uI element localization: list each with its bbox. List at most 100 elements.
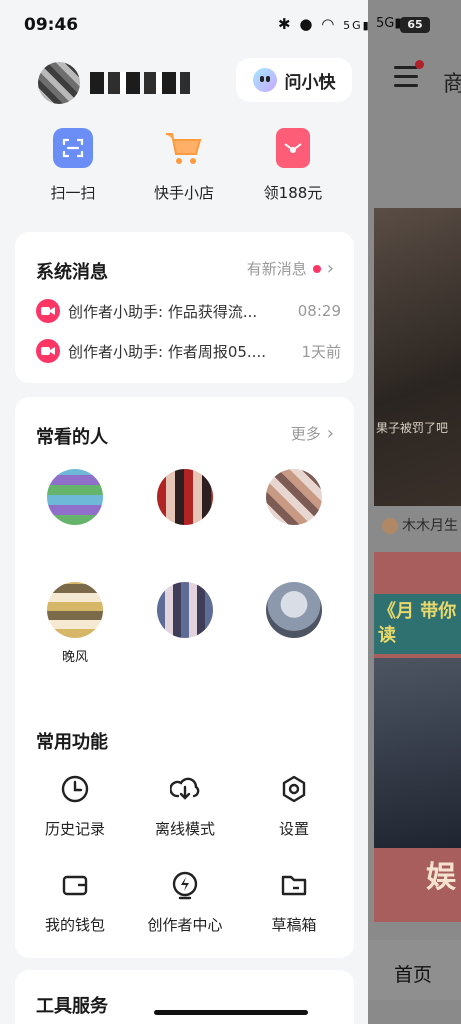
wallet-icon <box>60 870 90 900</box>
home-indicator[interactable] <box>154 1010 308 1015</box>
signal-icon: 5G▮ <box>343 19 371 32</box>
bg-banner-text: 《月 带你读 <box>374 594 461 654</box>
avatar[interactable] <box>38 62 80 104</box>
offline-mode-label: 离线模式 <box>154 820 215 838</box>
status-bar: 09:46 ✱ ● ◠ 5G▮ <box>0 0 371 50</box>
person-item[interactable] <box>135 469 235 567</box>
frequent-people-title: 常看的人 <box>36 427 108 448</box>
drafts-button[interactable]: 草稿箱 <box>244 870 344 935</box>
shop-label: 快手小店 <box>153 184 214 202</box>
location-icon: ● <box>299 15 315 33</box>
message-time: 1天前 <box>301 342 341 361</box>
person-name <box>244 646 344 666</box>
person-item[interactable] <box>25 469 125 567</box>
red-envelope-icon <box>276 128 310 168</box>
settings-hex-icon <box>279 774 309 804</box>
menu-icon[interactable] <box>394 60 424 88</box>
history-button[interactable]: 历史记录 <box>25 774 125 839</box>
person-item[interactable] <box>244 582 344 666</box>
person-sub <box>244 553 344 567</box>
message-item[interactable]: 创作者小助手: 作者周报05.... 1天前 <box>36 339 341 363</box>
person-name <box>244 533 344 553</box>
scan-button[interactable]: 扫一扫 <box>28 128 118 203</box>
clock-icon <box>60 774 90 804</box>
common-functions-title: 常用功能 <box>36 732 108 753</box>
bg-bottom-nav: 首页 <box>368 940 461 1000</box>
ask-assistant-button[interactable]: 问小快 <box>236 58 352 102</box>
person-name <box>135 533 235 553</box>
person-avatar <box>266 582 322 638</box>
common-functions-card: 常用功能 历史记录 离线模式 设置 我的钱包 创作者中心 草稿箱 <box>15 704 354 958</box>
new-messages-link[interactable]: 有新消息 › <box>247 258 334 279</box>
new-messages-label: 有新消息 <box>246 260 307 278</box>
message-text: 创作者小助手: 作者周报05.... <box>68 342 266 361</box>
bg-video-thumbnail <box>374 658 461 848</box>
person-name <box>25 533 125 553</box>
bg-video-caption: 果子被罚了吧 <box>376 421 449 435</box>
battery-icon: 65 <box>400 17 430 33</box>
system-messages-card: 系统消息 有新消息 › 创作者小助手: 作品获得流... 08:29 创作者小助… <box>15 232 354 383</box>
person-avatar <box>266 469 322 525</box>
status-bar-right: 5G▮ 65 <box>368 0 461 50</box>
tools-services-card: 工具服务 <box>15 970 354 1024</box>
wifi-icon: ◠ <box>321 15 337 33</box>
claim-reward-button[interactable]: 领188元 <box>248 128 338 203</box>
history-label: 历史记录 <box>44 820 105 838</box>
frequent-people-card: 常看的人 更多 › 晚风 <box>15 397 354 741</box>
message-text: 创作者小助手: 作品获得流... <box>68 302 258 321</box>
person-avatar <box>47 469 103 525</box>
unread-dot <box>312 264 321 273</box>
video-camera-icon <box>36 339 60 363</box>
scan-label: 扫一扫 <box>50 184 96 202</box>
video-camera-icon <box>36 299 60 323</box>
wallet-button[interactable]: 我的钱包 <box>25 870 125 935</box>
side-drawer: 问小快 扫一扫 快手小店 领188元 系统消息 有新消息 › 创作者小助手: 作… <box>0 50 368 1024</box>
scan-icon <box>53 128 93 168</box>
creator-center-button[interactable]: 创作者中心 <box>135 870 235 935</box>
cloud-download-icon <box>169 774 200 804</box>
bg-video-card-2[interactable]: 《月 带你读 娱 <box>374 552 461 922</box>
wallet-label: 我的钱包 <box>44 916 105 934</box>
chevron-right-icon: › <box>326 258 334 279</box>
cart-icon <box>164 128 204 168</box>
status-time: 09:46 <box>24 15 79 35</box>
assistant-face-icon <box>252 68 277 92</box>
folder-icon <box>279 870 309 900</box>
bg-tab-label[interactable]: 商 <box>443 66 461 98</box>
drafts-label: 草稿箱 <box>271 916 317 934</box>
person-avatar <box>47 582 103 638</box>
person-item[interactable] <box>244 469 344 567</box>
user-name-redacted[interactable] <box>90 72 190 94</box>
person-sub <box>135 553 235 567</box>
bg-home-tab[interactable]: 首页 <box>394 960 432 987</box>
person-name <box>135 646 235 666</box>
person-item[interactable] <box>135 582 235 666</box>
settings-label: 设置 <box>278 820 309 838</box>
creator-center-label: 创作者中心 <box>147 916 223 934</box>
person-avatar <box>157 582 213 638</box>
message-time: 08:29 <box>297 302 341 320</box>
system-messages-title: 系统消息 <box>36 262 108 283</box>
background-app[interactable]: 商 果子被罚了吧 木木月生 《月 带你读 娱 首页 <box>368 0 461 1024</box>
tools-services-title: 工具服务 <box>36 996 108 1017</box>
ask-assistant-label: 问小快 <box>284 72 336 93</box>
claim-reward-label: 领188元 <box>263 184 323 202</box>
person-item[interactable]: 晚风 <box>25 582 125 666</box>
bluetooth-icon: ✱ <box>278 15 293 33</box>
bg-big-text: 娱 <box>426 860 456 895</box>
person-name: 晚风 <box>61 650 88 665</box>
more-people-link[interactable]: 更多 › <box>291 423 334 444</box>
offline-mode-button[interactable]: 离线模式 <box>135 774 235 839</box>
bg-author: 木木月生 <box>382 515 458 535</box>
status-icons: ✱ ● ◠ 5G▮ <box>278 15 371 33</box>
message-item[interactable]: 创作者小助手: 作品获得流... 08:29 <box>36 299 341 323</box>
more-label: 更多 <box>290 425 321 443</box>
person-avatar <box>157 469 213 525</box>
shop-button[interactable]: 快手小店 <box>139 128 229 203</box>
lightning-icon <box>170 870 200 900</box>
bg-author-avatar <box>382 518 398 534</box>
settings-button[interactable]: 设置 <box>244 774 344 839</box>
person-sub <box>25 553 125 567</box>
signal-icon-2: 5G▮ <box>376 16 402 31</box>
bg-video-card[interactable]: 果子被罚了吧 <box>374 208 461 506</box>
